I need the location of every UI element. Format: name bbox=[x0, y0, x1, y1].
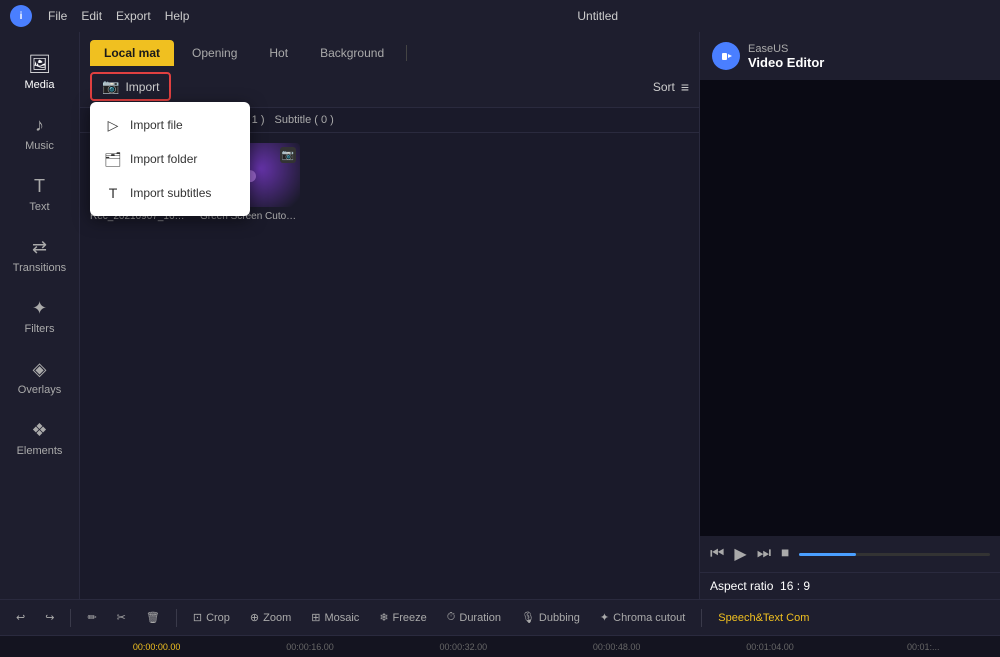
sidebar-item-text[interactable]: T Text bbox=[0, 164, 79, 225]
duration-icon: ⏱ bbox=[447, 611, 456, 624]
bottom-toolbar: ↩ ↪ ✏ ✂ 🗑 ⊡ Crop ⊕ Zoom ⊞ Mosaic ❄ Freez… bbox=[0, 599, 1000, 635]
freeze-icon: ❄ bbox=[379, 611, 388, 624]
sidebar-item-transitions[interactable]: ⇄ Transitions bbox=[0, 225, 79, 286]
crop-button[interactable]: ⊡ Crop bbox=[187, 609, 236, 626]
brand-name: EaseUS bbox=[748, 43, 824, 55]
ruler-mark: 00:00:48.00 bbox=[540, 642, 693, 652]
import-camera-icon: 📷 bbox=[102, 78, 119, 95]
zoom-button[interactable]: ⊕ Zoom bbox=[244, 609, 297, 626]
ruler-mark: 00:00:32.00 bbox=[387, 642, 540, 652]
filters-icon: ✦ bbox=[32, 298, 47, 319]
preview-header: EaseUS Video Editor bbox=[700, 32, 1000, 80]
edit-button[interactable]: ✏ bbox=[81, 609, 102, 626]
import-folder-icon: 🗂 bbox=[104, 150, 122, 168]
transitions-icon: ⇄ bbox=[32, 237, 47, 258]
tab-background[interactable]: Background bbox=[306, 40, 398, 66]
import-button[interactable]: 📷 Import bbox=[90, 72, 171, 101]
sidebar-item-elements[interactable]: ❖ Elements bbox=[0, 408, 79, 469]
sort-icon: ≡ bbox=[681, 79, 689, 95]
dubbing-button[interactable]: 🎙 Dubbing bbox=[515, 609, 586, 626]
filter-subtitle[interactable]: Subtitle ( 0 ) bbox=[275, 114, 334, 126]
sort-area[interactable]: Sort ≡ bbox=[653, 79, 689, 95]
sidebar-item-music[interactable]: ♪ Music bbox=[0, 103, 79, 164]
delete-icon: 🗑 bbox=[146, 611, 160, 624]
media-icon: 🖼 bbox=[28, 54, 51, 75]
zoom-icon: ⊕ bbox=[250, 611, 259, 624]
delete-button[interactable]: 🗑 bbox=[140, 609, 166, 626]
duration-button[interactable]: ⏱ Duration bbox=[441, 609, 507, 626]
camera-badge-icon: 📷 bbox=[280, 147, 296, 163]
crop-icon: ⊡ bbox=[193, 611, 202, 624]
ruler-mark: 00:01:04.00 bbox=[693, 642, 846, 652]
sidebar-item-overlays[interactable]: ◈ Overlays bbox=[0, 347, 79, 408]
dropdown-import-folder[interactable]: 🗂 Import folder bbox=[90, 142, 250, 176]
forward-button[interactable]: ⏭ bbox=[757, 545, 771, 563]
import-bar: 📷 Import Sort ≡ ▷ Import file 🗂 Import f… bbox=[80, 66, 699, 108]
dropdown-import-file[interactable]: ▷ Import file bbox=[90, 108, 250, 142]
freeze-button[interactable]: ❄ Freeze bbox=[373, 609, 432, 626]
edit-icon: ✏ bbox=[87, 611, 96, 624]
ruler-mark: 00:00:00.00 bbox=[80, 642, 233, 652]
redo-icon: ↪ bbox=[45, 611, 54, 624]
brand-icon bbox=[712, 42, 740, 70]
chroma-cutout-button[interactable]: ✦ Chroma cutout bbox=[594, 609, 691, 626]
toolbar-separator bbox=[701, 609, 702, 627]
music-icon: ♪ bbox=[35, 115, 44, 136]
aspect-ratio-value: 16 : 9 bbox=[780, 579, 810, 593]
menu-edit[interactable]: Edit bbox=[81, 9, 102, 23]
ruler-mark: 00:00:16.00 bbox=[233, 642, 386, 652]
speech-text-button[interactable]: Speech&Text Com bbox=[712, 610, 815, 626]
tab-hot[interactable]: Hot bbox=[255, 40, 302, 66]
rewind-button[interactable]: ⏮ bbox=[710, 545, 724, 563]
toolbar-separator bbox=[176, 609, 177, 627]
preview-controls: ⏮ ▶ ⏭ ⏹ bbox=[700, 536, 1000, 572]
elements-icon: ❖ bbox=[31, 420, 47, 441]
mosaic-icon: ⊞ bbox=[311, 611, 320, 624]
menu-export[interactable]: Export bbox=[116, 9, 151, 23]
play-button[interactable]: ▶ bbox=[734, 544, 746, 564]
redo-button[interactable]: ↪ bbox=[39, 609, 60, 626]
main-layout: 🖼 Media ♪ Music T Text ⇄ Transitions ✦ F… bbox=[0, 32, 1000, 599]
menu-help[interactable]: Help bbox=[165, 9, 190, 23]
cut-button[interactable]: ✂ bbox=[111, 609, 132, 626]
text-icon: T bbox=[34, 176, 45, 197]
timeline-ruler: 00:00:00.00 00:00:16.00 00:00:32.00 00:0… bbox=[0, 635, 1000, 657]
ruler-mark: 00:01:... bbox=[847, 642, 1000, 652]
content-tabs: Local mat Opening Hot Background bbox=[80, 32, 699, 66]
tab-opening[interactable]: Opening bbox=[178, 40, 251, 66]
import-dropdown: ▷ Import file 🗂 Import folder T Import s… bbox=[90, 102, 250, 216]
product-name: Video Editor bbox=[748, 55, 824, 70]
dropdown-import-subtitles[interactable]: T Import subtitles bbox=[90, 176, 250, 210]
tab-local-mat[interactable]: Local mat bbox=[90, 40, 174, 66]
menu-bar: File Edit Export Help bbox=[48, 9, 189, 23]
sidebar: 🖼 Media ♪ Music T Text ⇄ Transitions ✦ F… bbox=[0, 32, 80, 599]
undo-icon: ↩ bbox=[16, 611, 25, 624]
tab-divider bbox=[406, 45, 407, 61]
app-icon: i bbox=[10, 5, 32, 27]
sidebar-item-filters[interactable]: ✦ Filters bbox=[0, 286, 79, 347]
progress-fill bbox=[799, 553, 856, 556]
toolbar-separator bbox=[70, 609, 71, 627]
import-subtitles-icon: T bbox=[104, 184, 122, 202]
preview-panel: EaseUS Video Editor ⏮ ▶ ⏭ ⏹ Aspect ratio… bbox=[700, 32, 1000, 599]
dubbing-icon: 🎙 bbox=[521, 611, 535, 624]
titlebar: i File Edit Export Help Untitled bbox=[0, 0, 1000, 32]
aspect-ratio: Aspect ratio 16 : 9 bbox=[700, 572, 1000, 599]
mosaic-button[interactable]: ⊞ Mosaic bbox=[305, 609, 365, 626]
brand-text: EaseUS Video Editor bbox=[748, 43, 824, 70]
import-file-icon: ▷ bbox=[104, 116, 122, 134]
overlays-icon: ◈ bbox=[33, 359, 47, 380]
stop-button[interactable]: ⏹ bbox=[781, 545, 789, 563]
chroma-icon: ✦ bbox=[600, 611, 609, 624]
cut-icon: ✂ bbox=[117, 611, 126, 624]
sort-label: Sort bbox=[653, 80, 675, 94]
window-title: Untitled bbox=[205, 9, 990, 23]
progress-bar[interactable] bbox=[799, 553, 990, 556]
menu-file[interactable]: File bbox=[48, 9, 67, 23]
preview-screen bbox=[700, 80, 1000, 536]
content-panel: Local mat Opening Hot Background 📷 Impor… bbox=[80, 32, 700, 599]
sidebar-item-media[interactable]: 🖼 Media bbox=[0, 42, 79, 103]
undo-button[interactable]: ↩ bbox=[10, 609, 31, 626]
